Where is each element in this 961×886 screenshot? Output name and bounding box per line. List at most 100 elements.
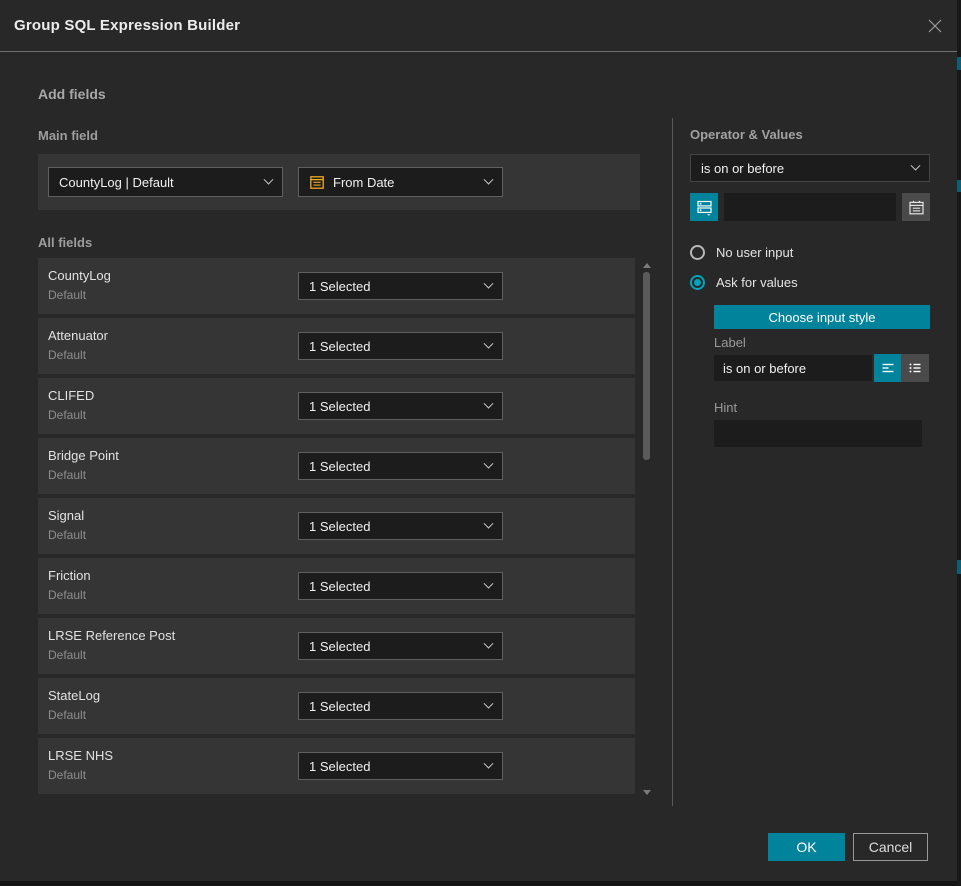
label-input[interactable] [714,355,872,381]
field-select-value: 1 Selected [309,759,477,774]
field-name: LRSE Reference Post [48,628,175,643]
field-name: Signal [48,508,84,523]
ok-button[interactable]: OK [768,833,845,861]
field-values-select[interactable]: 1 Selected [298,572,503,600]
field-values-select[interactable]: 1 Selected [298,452,503,480]
main-field-select[interactable]: From Date [298,167,503,197]
field-select-value: 1 Selected [309,279,477,294]
field-values-select[interactable]: 1 Selected [298,512,503,540]
value-calendar-button[interactable] [902,193,930,221]
field-subtitle: Default [48,768,86,782]
radio-no-user-input[interactable]: No user input [690,245,793,260]
scrollbar-up-arrow[interactable] [643,263,651,268]
scrollbar-down-arrow[interactable] [643,790,651,795]
field-name: LRSE NHS [48,748,113,763]
field-subtitle: Default [48,348,86,362]
group-sql-expression-builder-dialog: Group SQL Expression Builder Add fields … [0,0,957,881]
chevron-down-icon [484,638,494,648]
dialog-title: Group SQL Expression Builder [14,0,240,52]
bulleted-list-icon [907,360,923,376]
chevron-down-icon [264,174,274,184]
single-line-style-button[interactable] [874,354,902,382]
calendar-icon [309,174,325,190]
main-field-heading: Main field [38,128,98,143]
field-select-value: 1 Selected [309,639,477,654]
field-name: Friction [48,568,91,583]
field-values-select[interactable]: 1 Selected [298,332,503,360]
background-accent-fragment [957,560,961,574]
field-select-value: 1 Selected [309,699,477,714]
field-name: StateLog [48,688,100,703]
field-subtitle: Default [48,708,86,722]
background-accent-fragment [957,180,961,192]
operator-values-heading: Operator & Values [690,127,803,142]
main-layer-select-value: CountyLog | Default [59,175,257,190]
field-values-select[interactable]: 1 Selected [298,392,503,420]
list-style-button[interactable] [901,354,929,382]
field-row: CLIFED Default 1 Selected [38,378,635,434]
list-values-icon [696,199,713,216]
radio-ask-for-values[interactable]: Ask for values [690,275,798,290]
operator-select[interactable]: is on or before [690,154,930,182]
field-select-value: 1 Selected [309,579,477,594]
field-values-select[interactable]: 1 Selected [298,632,503,660]
add-fields-heading: Add fields [38,86,106,102]
close-button[interactable] [925,16,945,36]
main-layer-select[interactable]: CountyLog | Default [48,167,283,197]
field-subtitle: Default [48,648,86,662]
calendar-icon [908,199,925,216]
field-name: CLIFED [48,388,94,403]
field-values-select[interactable]: 1 Selected [298,752,503,780]
chevron-down-icon [911,160,921,170]
chevron-down-icon [484,578,494,588]
operator-select-value: is on or before [701,161,904,176]
chevron-down-icon [484,458,494,468]
chevron-down-icon [484,278,494,288]
chevron-down-icon [484,174,494,184]
choose-input-style-button[interactable]: Choose input style [714,305,930,329]
chevron-down-icon [484,518,494,528]
radio-icon-selected [690,275,705,290]
field-row: LRSE Reference Post Default 1 Selected [38,618,635,674]
main-field-card: CountyLog | Default From Date [38,154,640,210]
radio-label: No user input [716,245,793,260]
value-type-button[interactable] [690,193,718,221]
field-select-value: 1 Selected [309,399,477,414]
all-fields-heading: All fields [38,235,92,250]
chevron-down-icon [484,338,494,348]
field-subtitle: Default [48,408,86,422]
field-select-value: 1 Selected [309,459,477,474]
cancel-button[interactable]: Cancel [853,833,928,861]
chevron-down-icon [484,758,494,768]
panel-divider [672,118,673,806]
hint-input[interactable] [714,420,922,447]
field-row: StateLog Default 1 Selected [38,678,635,734]
field-values-select[interactable]: 1 Selected [298,272,503,300]
field-name: Attenuator [48,328,108,343]
field-subtitle: Default [48,528,86,542]
chevron-down-icon [484,398,494,408]
field-row: Attenuator Default 1 Selected [38,318,635,374]
radio-label: Ask for values [716,275,798,290]
all-fields-list: CountyLog Default 1 Selected Attenuator … [38,258,635,798]
hint-caption: Hint [714,400,737,415]
field-name: CountyLog [48,268,111,283]
label-caption: Label [714,335,746,350]
field-row: Signal Default 1 Selected [38,498,635,554]
field-row: LRSE NHS Default 1 Selected [38,738,635,794]
align-left-icon [880,360,896,376]
main-field-select-value: From Date [333,175,477,190]
close-icon [927,18,943,34]
field-select-value: 1 Selected [309,339,477,354]
scrollbar-thumb[interactable] [643,272,650,460]
field-row: Bridge Point Default 1 Selected [38,438,635,494]
dialog-header: Group SQL Expression Builder [0,0,957,52]
value-input[interactable] [724,193,896,221]
field-subtitle: Default [48,588,86,602]
background-page-edge [957,0,961,886]
field-select-value: 1 Selected [309,519,477,534]
radio-icon [690,245,705,260]
field-values-select[interactable]: 1 Selected [298,692,503,720]
field-subtitle: Default [48,288,86,302]
background-accent-fragment [957,57,961,70]
